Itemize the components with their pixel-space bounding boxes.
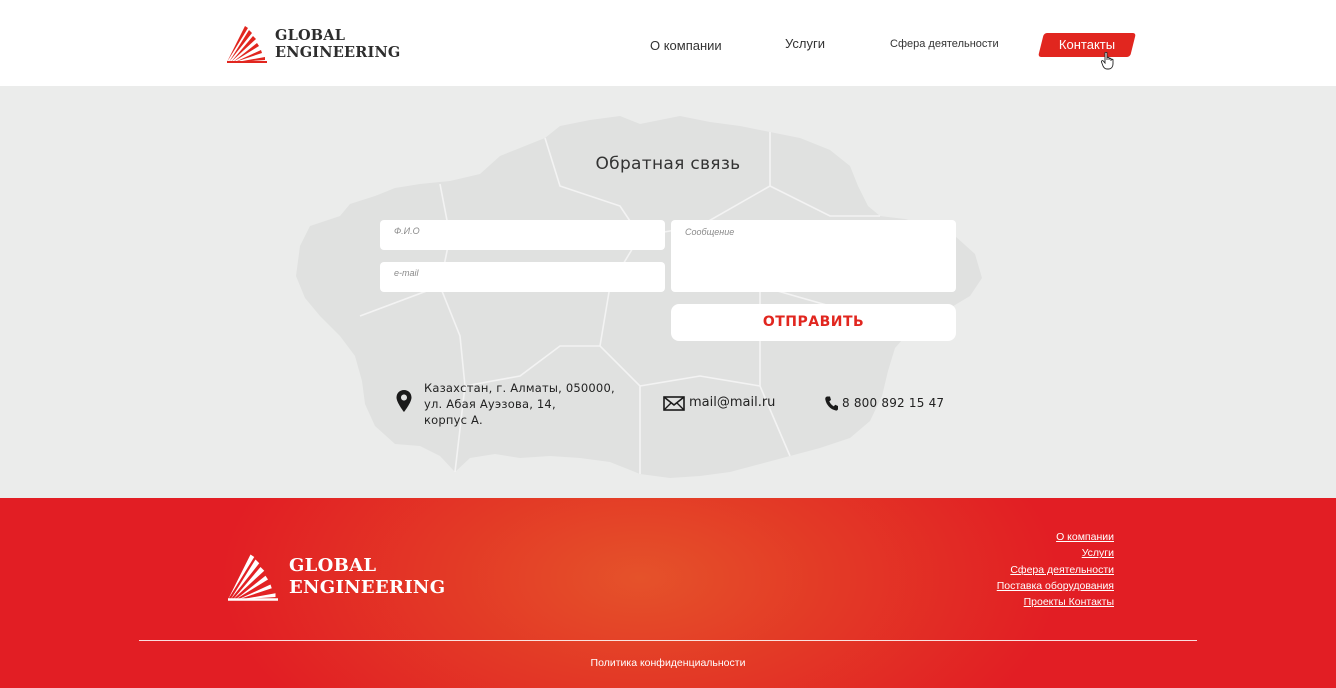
logo-rays-icon bbox=[228, 554, 278, 601]
nav-sphere[interactable]: Сфера деятельности bbox=[890, 38, 999, 50]
address-line2: ул. Абая Ауэзова, 14, bbox=[424, 397, 556, 411]
footer-logo-line1: GLOBAL bbox=[289, 555, 377, 576]
privacy-policy-link[interactable]: Политика конфиденциальности bbox=[0, 657, 1336, 669]
contact-section: Обратная связь Ф.И.О e-mail Сообщение ОТ… bbox=[0, 86, 1336, 498]
header-logo[interactable]: GLOBAL ENGINEERING bbox=[225, 24, 400, 64]
logo-line1: GLOBAL bbox=[275, 27, 346, 44]
footer-link-equipment[interactable]: Поставка оборудования bbox=[997, 578, 1114, 594]
nav-contacts[interactable]: Контакты bbox=[1038, 33, 1136, 57]
footer-link-sphere[interactable]: Сфера деятельности bbox=[997, 562, 1114, 578]
address: Казахстан, г. Алматы, 050000, ул. Абая А… bbox=[424, 380, 615, 428]
envelope-icon bbox=[663, 396, 685, 411]
name-field[interactable]: Ф.И.О bbox=[380, 220, 665, 250]
footer-logo-text: GLOBAL ENGINEERING bbox=[289, 555, 445, 599]
location-pin-icon bbox=[396, 390, 412, 412]
footer-link-about[interactable]: О компании bbox=[997, 529, 1114, 545]
logo-rays-icon bbox=[227, 26, 267, 63]
name-placeholder: Ф.И.О bbox=[394, 226, 420, 236]
footer-link-services[interactable]: Услуги bbox=[997, 545, 1114, 561]
nav-services[interactable]: Услуги bbox=[785, 36, 825, 51]
logo-text: GLOBAL ENGINEERING bbox=[275, 27, 401, 61]
message-placeholder: Сообщение bbox=[685, 227, 735, 237]
logo-line2: ENGINEERING bbox=[275, 44, 401, 61]
nav-about[interactable]: О компании bbox=[650, 38, 722, 53]
email-field[interactable]: e-mail bbox=[380, 262, 665, 292]
footer-links: О компании Услуги Сфера деятельности Пос… bbox=[997, 529, 1114, 610]
address-line3: корпус А. bbox=[424, 413, 483, 427]
footer-link-projects-contacts[interactable]: Проекты Контакты bbox=[997, 594, 1114, 610]
kazakhstan-map-icon bbox=[296, 116, 982, 478]
contact-email[interactable]: mail@mail.ru bbox=[689, 395, 775, 410]
footer-divider bbox=[139, 640, 1197, 641]
submit-button[interactable]: ОТПРАВИТЬ bbox=[671, 304, 956, 341]
nav-contacts-label: Контакты bbox=[1058, 37, 1116, 52]
section-title: Обратная связь bbox=[595, 154, 741, 174]
phone-icon bbox=[825, 396, 838, 411]
address-line1: Казахстан, г. Алматы, 050000, bbox=[424, 381, 615, 395]
contact-phone[interactable]: 8 800 892 15 47 bbox=[842, 396, 944, 410]
footer-logo-line2: ENGINEERING bbox=[289, 577, 446, 598]
footer-logo[interactable]: GLOBAL ENGINEERING bbox=[225, 552, 445, 602]
email-placeholder: e-mail bbox=[394, 268, 419, 278]
site-footer: GLOBAL ENGINEERING О компании Услуги Сфе… bbox=[0, 498, 1336, 688]
message-field[interactable]: Сообщение bbox=[671, 220, 956, 292]
site-header: GLOBAL ENGINEERING О компании Услуги Сфе… bbox=[0, 0, 1336, 86]
hand-cursor-icon bbox=[1101, 52, 1114, 70]
